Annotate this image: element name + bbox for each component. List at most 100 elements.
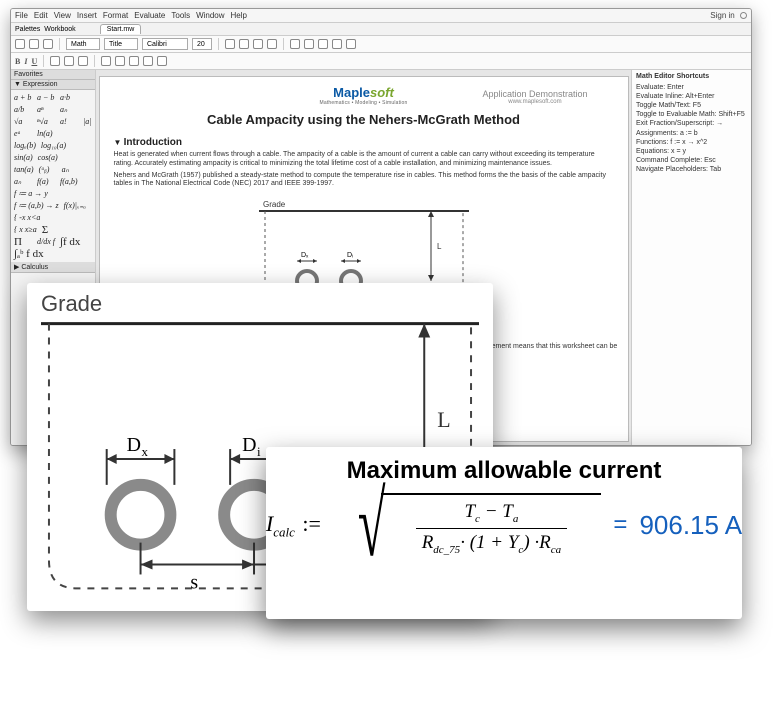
pal-item[interactable]: f ≔ a → y xyxy=(14,188,48,200)
menu-window[interactable]: Window xyxy=(196,11,224,20)
pal-item[interactable]: ∫f dx xyxy=(60,236,80,248)
pal-item[interactable]: √a xyxy=(14,116,32,128)
misc-icon-3[interactable] xyxy=(129,56,139,66)
pal-item[interactable]: (ᵃᵦ) xyxy=(39,164,57,176)
tab-workbook[interactable]: Workbook xyxy=(44,26,75,33)
pal-item[interactable]: f(a) xyxy=(37,176,55,188)
zoom2-icon[interactable] xyxy=(318,39,328,49)
palette-expression-body: a + ba − ba·b a/baⁿaₙ √aⁿ√aa!|a| eᵃln(a)… xyxy=(11,90,95,262)
pal-item[interactable]: { -x x<a xyxy=(14,212,40,224)
align-center-icon[interactable] xyxy=(64,56,74,66)
pal-item[interactable]: f ≔ (a,b) → z xyxy=(14,200,59,212)
save-icon[interactable] xyxy=(43,39,53,49)
help-icon[interactable] xyxy=(346,39,356,49)
pal-item[interactable]: d/dx f xyxy=(37,236,55,248)
pal-item[interactable]: Π xyxy=(14,236,32,248)
pal-item[interactable]: { x x≥a xyxy=(14,224,37,236)
pal-item[interactable]: ∫ₐᵇ f dx xyxy=(14,248,44,260)
logo-part-a: Maple xyxy=(333,85,370,100)
pal-item[interactable]: cos(a) xyxy=(38,152,58,164)
pal-item[interactable]: log₁₀(a) xyxy=(41,140,66,152)
app-demo-label: Application Demonstration www.maplesoft.… xyxy=(482,89,587,105)
pal-item[interactable]: ln(a) xyxy=(37,128,55,140)
menu-evaluate[interactable]: Evaluate xyxy=(134,11,165,20)
shortcut-row: Functions: f := x → x^2 xyxy=(636,138,747,147)
svg-text:D: D xyxy=(242,434,256,456)
shortcut-row: Evaluate: Enter xyxy=(636,83,747,92)
menu-insert[interactable]: Insert xyxy=(77,11,97,20)
misc-icon-1[interactable] xyxy=(101,56,111,66)
pal-item[interactable]: a + b xyxy=(14,92,32,104)
shortcuts-title: Math Editor Shortcuts xyxy=(636,72,747,81)
menu-edit[interactable]: Edit xyxy=(34,11,48,20)
menu-view[interactable]: View xyxy=(54,11,71,20)
font-select[interactable]: Calibri xyxy=(142,38,188,50)
new-icon[interactable] xyxy=(15,39,25,49)
align-right-icon[interactable] xyxy=(78,56,88,66)
equation-body: Icalc := √ Tc − Ta Rdc_75· (1 + Yc) ·Rca… xyxy=(280,493,728,558)
exec-icon[interactable] xyxy=(253,39,263,49)
pal-item[interactable]: a·b xyxy=(60,92,78,104)
pal-item[interactable]: sin(a) xyxy=(14,152,33,164)
misc-icon-2[interactable] xyxy=(115,56,125,66)
pal-item[interactable]: aₙ xyxy=(60,104,78,116)
pal-item[interactable]: logₐ(b) xyxy=(14,140,36,152)
size-select[interactable]: 20 xyxy=(192,38,212,50)
pal-item[interactable]: aⁿ xyxy=(37,104,55,116)
italic-button[interactable]: I xyxy=(24,57,27,66)
sigma-icon[interactable] xyxy=(290,39,300,49)
style-select[interactable]: Title xyxy=(104,38,138,50)
pal-item[interactable]: Σ xyxy=(42,224,60,236)
user-icon xyxy=(740,12,747,19)
menu-bar: File Edit View Insert Format Evaluate To… xyxy=(11,9,751,23)
menu-file[interactable]: File xyxy=(15,11,28,20)
page-header: Maplesoft Mathematics • Modeling • Simul… xyxy=(114,85,614,106)
underline-button[interactable]: U xyxy=(31,57,37,66)
open-icon[interactable] xyxy=(29,39,39,49)
mini-grade-label: Grade xyxy=(263,200,286,209)
palette-calculus-header[interactable]: ▶ Calculus xyxy=(11,262,95,273)
stop-icon[interactable] xyxy=(267,39,277,49)
section-intro-heading[interactable]: Introduction xyxy=(114,137,614,148)
menu-tools[interactable]: Tools xyxy=(171,11,190,20)
mode-select[interactable]: Math xyxy=(66,38,100,50)
misc-icon-4[interactable] xyxy=(143,56,153,66)
pal-item[interactable]: f(x)|ₓ₌ₐ xyxy=(64,200,86,212)
zoom3-icon[interactable] xyxy=(332,39,342,49)
pal-item[interactable]: a − b xyxy=(37,92,55,104)
eq-sub: calc xyxy=(273,524,295,539)
align-left-icon[interactable] xyxy=(50,56,60,66)
pal-item[interactable]: a! xyxy=(60,116,78,128)
pal-item[interactable]: aₙ xyxy=(62,164,80,176)
app-demo-url: www.maplesoft.com xyxy=(482,99,587,105)
indent-in-icon[interactable] xyxy=(239,39,249,49)
pal-item[interactable]: ⁿ√a xyxy=(37,116,55,128)
pal-item[interactable]: aₙ xyxy=(14,176,32,188)
pal-item[interactable]: |a| xyxy=(83,116,96,128)
zoom-icon[interactable] xyxy=(304,39,314,49)
menu-help[interactable]: Help xyxy=(231,11,247,20)
doc-tab[interactable]: Start.mw xyxy=(100,24,142,34)
misc-icon-5[interactable] xyxy=(157,56,167,66)
palette-expression-header[interactable]: ▼ Expression xyxy=(11,80,95,90)
tab-palettes[interactable]: Palettes xyxy=(15,26,40,33)
app-demo-text: Application Demonstration xyxy=(482,89,587,99)
pal-item[interactable]: tan(a) xyxy=(14,164,34,176)
shortcut-row: Navigate Placeholders: Tab xyxy=(636,165,747,174)
pal-item[interactable]: a/b xyxy=(14,104,32,116)
shortcut-row: Equations: x = y xyxy=(636,147,747,156)
grade-label: Grade xyxy=(41,291,479,317)
side-tabs: Palettes Workbook Start.mw xyxy=(11,23,751,36)
indent-out-icon[interactable] xyxy=(225,39,235,49)
svg-text:Dᵢ: Dᵢ xyxy=(347,252,353,259)
svg-text:D: D xyxy=(127,434,141,456)
svg-text:i: i xyxy=(257,444,261,459)
menu-format[interactable]: Format xyxy=(103,11,128,20)
palette-favorites-header[interactable]: Favorites xyxy=(11,70,95,80)
pal-item[interactable]: f(a,b) xyxy=(60,176,78,188)
bold-button[interactable]: B xyxy=(15,57,20,66)
svg-text:s: s xyxy=(190,571,198,593)
signin-link[interactable]: Sign in xyxy=(710,11,747,20)
shortcut-row: Exit Fraction/Superscript: → xyxy=(636,119,747,128)
pal-item[interactable]: eᵃ xyxy=(14,128,32,140)
